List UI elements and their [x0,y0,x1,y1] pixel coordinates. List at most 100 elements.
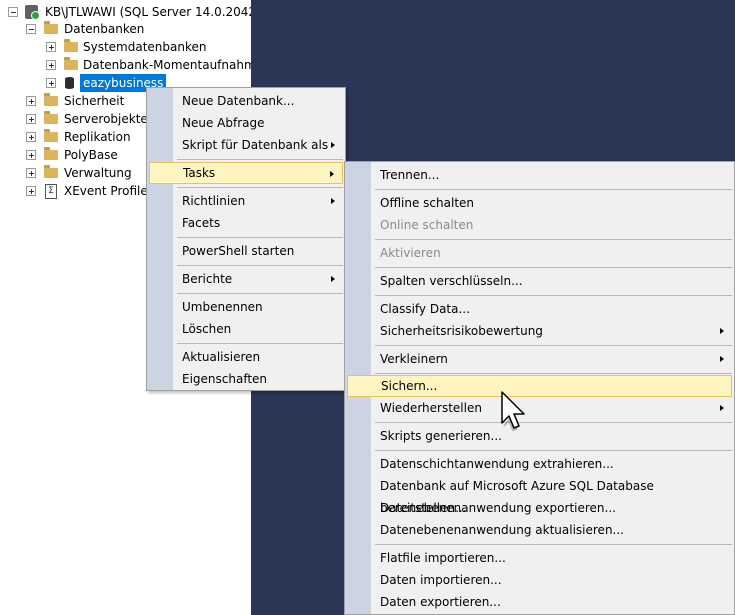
import-data-label: Daten importieren... [380,573,502,587]
menu-item-vulnerability-assessment[interactable]: Sicherheitsrisikobewertung [347,320,732,342]
folder-icon [44,21,58,34]
menu-separator [177,159,343,160]
menu-separator [375,267,732,268]
server-objects-label: Serverobjekte [64,112,148,126]
expand-icon[interactable] [46,60,56,70]
menu-item-new-query[interactable]: Neue Abfrage [149,112,343,134]
folder-icon [64,39,78,52]
upgrade-dac-label: Datenebenenanwendung aktualisieren... [380,523,624,537]
xevent-profiler-label: XEvent Profiler [64,184,153,198]
menu-separator [375,295,732,296]
menu-item-policies[interactable]: Richtlinien [149,190,343,212]
server-icon [25,5,40,20]
menu-item-delete[interactable]: Löschen [149,318,343,340]
tasks-label: Tasks [183,166,216,180]
bring-online-label: Online schalten [380,218,474,232]
menu-item-encrypt-columns[interactable]: Spalten verschlüsseln... [347,270,732,292]
menu-separator [375,239,732,240]
export-dac-label: Datenebenenanwendung exportieren... [380,501,616,515]
expand-icon[interactable] [26,150,36,160]
folder-icon [44,165,58,178]
menu-item-take-offline[interactable]: Offline schalten [347,192,732,214]
tree-node-snapshots[interactable]: Datenbank-Momentaufnahmen [46,56,251,74]
menu-item-activate: Aktivieren [347,242,732,264]
expand-icon[interactable] [26,114,36,124]
menu-item-classify-data[interactable]: Classify Data... [347,298,732,320]
classify-data-label: Classify Data... [380,302,470,316]
menu-item-tasks[interactable]: Tasks [149,162,343,184]
expand-icon[interactable] [26,186,36,196]
menu-item-shrink[interactable]: Verkleinern [347,348,732,370]
delete-label: Löschen [182,322,232,336]
menu-item-import-data[interactable]: Daten importieren... [347,569,732,591]
polybase-label: PolyBase [64,148,118,162]
menu-item-bring-online: Online schalten [347,214,732,236]
menu-separator [375,544,732,545]
server-label: KB\JTLWAWI (SQL Server 14.0.2042 - CI [45,5,251,19]
menu-item-properties[interactable]: Eigenschaften [149,368,343,390]
menu-item-backup[interactable]: Sichern... [347,375,732,397]
tree-node-server[interactable]: KB\JTLWAWI (SQL Server 14.0.2042 - CI [8,3,251,21]
menu-item-rename[interactable]: Umbenennen [149,296,343,318]
submenu-arrow-icon [720,356,724,362]
menu-separator [177,237,343,238]
expand-icon[interactable] [26,132,36,142]
menu-separator [177,187,343,188]
mouse-cursor-icon [501,391,525,432]
menu-item-reports[interactable]: Berichte [149,268,343,290]
facets-label: Facets [182,216,221,230]
tree-node-system-databases[interactable]: Systemdatenbanken [46,38,251,56]
menu-item-detach[interactable]: Trennen... [347,164,732,186]
menu-item-generate-scripts[interactable]: Skripts generieren... [347,425,732,447]
menu-item-restore[interactable]: Wiederherstellen [347,397,732,419]
take-offline-label: Offline schalten [380,196,475,210]
submenu-arrow-icon [330,171,334,177]
context-menu: Neue Datenbank... Neue Abfrage Skript fü… [146,87,346,391]
menu-separator [375,345,732,346]
menu-item-upgrade-dac[interactable]: Datenebenenanwendung aktualisieren... [347,519,732,541]
refresh-label: Aktualisieren [182,350,261,364]
vulnerability-assessment-label: Sicherheitsrisikobewertung [380,324,543,338]
expand-icon[interactable] [46,78,56,88]
menu-separator [177,265,343,266]
submenu-arrow-icon [331,198,335,204]
management-label: Verwaltung [64,166,132,180]
menu-item-extract-dac[interactable]: Datenschichtanwendung extrahieren... [347,453,732,475]
expand-icon[interactable] [26,168,36,178]
new-database-label: Neue Datenbank... [182,94,295,108]
menu-item-deploy-azure[interactable]: Datenbank auf Microsoft Azure SQL Databa… [347,475,732,515]
expand-icon[interactable] [46,42,56,52]
rename-label: Umbenennen [182,300,263,314]
folder-icon [64,57,78,70]
menu-item-export-data[interactable]: Daten exportieren... [347,591,732,613]
detach-label: Trennen... [380,168,440,182]
export-data-label: Daten exportieren... [380,595,501,609]
properties-label: Eigenschaften [182,372,268,386]
menu-separator [375,450,732,451]
menu-item-import-flat-file[interactable]: Flatfile importieren... [347,547,732,569]
submenu-arrow-icon [331,142,335,148]
restore-label: Wiederherstellen [380,401,482,415]
menu-item-powershell[interactable]: PowerShell starten [149,240,343,262]
collapse-icon[interactable] [8,7,18,17]
encrypt-columns-label: Spalten verschlüsseln... [380,274,523,288]
menu-item-new-database[interactable]: Neue Datenbank... [149,90,343,112]
menu-separator [375,373,732,374]
security-label: Sicherheit [64,94,125,108]
activate-label: Aktivieren [380,246,441,260]
menu-item-export-dac[interactable]: Datenebenenanwendung exportieren... [347,497,732,519]
expand-icon[interactable] [26,96,36,106]
folder-icon [44,111,58,124]
menu-item-script-database-as[interactable]: Skript für Datenbank als [149,134,343,156]
policies-label: Richtlinien [182,194,246,208]
collapse-icon[interactable] [26,24,36,34]
menu-separator [375,189,732,190]
tree-node-databases[interactable]: Datenbanken [26,20,251,38]
extract-dac-label: Datenschichtanwendung extrahieren... [380,457,614,471]
submenu-arrow-icon [720,328,724,334]
menu-item-facets[interactable]: Facets [149,212,343,234]
menu-item-refresh[interactable]: Aktualisieren [149,346,343,368]
script-database-as-label: Skript für Datenbank als [182,138,329,152]
replication-label: Replikation [64,130,131,144]
folder-icon [44,129,58,142]
